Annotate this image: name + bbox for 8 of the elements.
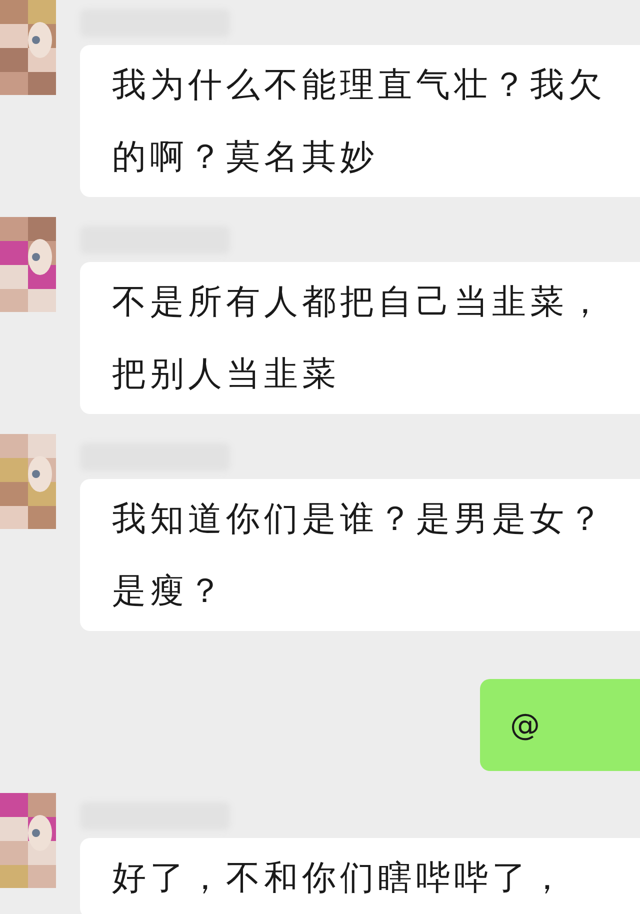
message-text: @ [510, 708, 540, 742]
message-text: 我知道你们是谁？是男是女？ [112, 498, 606, 541]
message-text: 不是所有人都把自己当韭菜， [112, 281, 606, 324]
message-text: 好了，不和你们瞎哔哔了， [112, 857, 568, 900]
message-text: 是瘦？ [112, 570, 226, 613]
message-text: 把别人当韭菜 [112, 353, 340, 396]
message-text: 的啊？莫名其妙 [112, 136, 378, 179]
message-text: 我为什么不能理直气壮？我欠 [112, 64, 606, 107]
